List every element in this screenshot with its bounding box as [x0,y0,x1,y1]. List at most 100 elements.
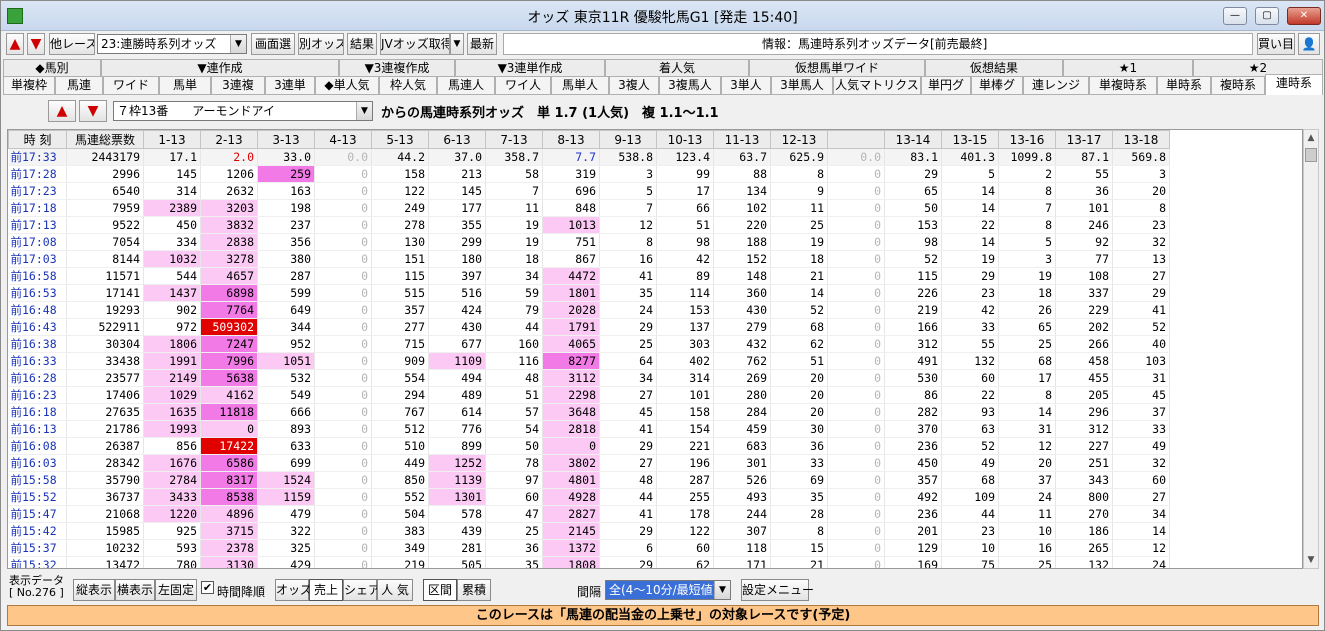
table-row[interactable]: 前15:42 15985 925 3715 322 0 383 439 25 2145 29 122 3… [8,522,1170,540]
share-mode-button[interactable]: シェア [343,579,380,601]
horse-select[interactable]: ７枠13番 アーモンドアイ ▼ [113,101,373,121]
tab-tan-bar-graph[interactable]: 単棒グ [971,76,1023,95]
tab-ren-range[interactable]: 連レンジ [1023,76,1089,95]
table-row[interactable]: 前16:48 19293 902 7764 649 0 357 424 79 2028 24 153 4… [8,301,1170,319]
tab-tanpuku[interactable]: 単複枠 [3,76,55,95]
jv-odds-dropdown-icon[interactable]: ▼ [450,33,464,55]
minimize-button[interactable]: — [1223,7,1247,25]
tab-umaren-popularity[interactable]: 馬連人 [437,76,495,95]
table-row[interactable]: 前17:18 7959 2389 3203 198 0 249 177 11 848 7 66 102 1… [8,199,1170,217]
tab-tan-popularity[interactable]: ◆単人気 [315,76,379,95]
table-row[interactable]: 前17:08 7054 334 2838 356 0 130 299 19 751 8 98 188 19… [8,233,1170,251]
column-header[interactable]: 4-13 [314,130,372,149]
column-header[interactable]: 7-13 [485,130,543,149]
column-header[interactable]: 11-13 [713,130,771,149]
column-header[interactable]: 5-13 [371,130,429,149]
table-row[interactable]: 前16:28 23577 2149 5638 532 0 554 494 48 3112 34 314… [8,369,1170,387]
interval-button[interactable]: 区間 [423,579,457,601]
tab-umatan[interactable]: 馬単 [159,76,211,95]
column-header[interactable]: 3-13 [257,130,315,149]
table-row[interactable]: 前16:08 26387 856 17422 633 0 510 899 50 0 29 221 683… [8,437,1170,455]
table-row[interactable]: 前16:03 28342 1676 6586 699 0 449 1252 78 3802 27 19… [8,454,1170,472]
column-header[interactable]: 9-13 [599,130,657,149]
tab-3fuku-popularity[interactable]: 3複人 [609,76,659,95]
other-odds-button[interactable]: 別オッズ [298,33,344,55]
tab-virtual-umatan[interactable]: 仮想馬単ワイド [749,59,925,76]
column-header[interactable]: 12-13 [770,130,828,149]
horizontal-view-button[interactable]: 横表示 [115,579,155,601]
table-row[interactable]: 前15:58 35790 2784 8317 1524 0 850 1139 97 4801 48 2… [8,471,1170,489]
tab-umaren[interactable]: 馬連 [55,76,103,95]
column-header[interactable]: 13-18 [1112,130,1170,149]
tab-3fuku-horse-popularity[interactable]: 3複馬人 [659,76,721,95]
cumulative-button[interactable]: 累積 [457,579,491,601]
tab-star1[interactable]: ★1 [1063,59,1193,76]
table-row[interactable]: 前15:37 10232 593 2378 325 0 349 281 36 1372 6 60 118… [8,539,1170,557]
tab-wide-popularity[interactable]: ワイ人 [495,76,551,95]
tab-3tan-popularity[interactable]: 3単人 [721,76,771,95]
up-arrow-icon[interactable]: ▲ [6,33,24,55]
tab-3tan-create[interactable]: ▼3連単作成 [455,59,605,76]
table-row[interactable]: 前17:28 2996 145 1206 259 0 158 213 58 319 3 99 88 8 0 2… [8,165,1170,183]
table-row[interactable]: 前16:18 27635 1635 11818 666 0 767 614 57 3648 45 15… [8,403,1170,421]
column-header[interactable]: 13-15 [941,130,999,149]
other-race-button[interactable]: 他レース [49,33,95,55]
scroll-down-icon[interactable]: ▼ [1304,552,1318,568]
tab-finish-popularity[interactable]: 着人気 [605,59,749,76]
column-header[interactable]: 馬連総票数 [66,130,144,149]
table-row[interactable]: 前16:33 33438 1991 7996 1051 0 909 1109 116 8277 64… [8,352,1170,370]
table-row[interactable]: 前16:58 11571 544 4657 287 0 115 397 34 4472 41 89 14… [8,267,1170,285]
vertical-scrollbar[interactable]: ▲ ▼ [1303,129,1319,569]
jv-odds-button[interactable]: JVオッズ取得 [380,33,450,55]
tab-3renpuku[interactable]: 3連複 [211,76,265,95]
tab-waku-popularity[interactable]: 枠人気 [379,76,437,95]
table-row[interactable]: 前16:53 17141 1437 6898 599 0 515 516 59 1801 35 114… [8,284,1170,302]
latest-button[interactable]: 最新 [467,33,497,55]
mode-select[interactable]: 23:連勝時系列オッズ ▼ [97,34,247,54]
table-row[interactable]: 前15:32 13472 780 3130 429 0 219 505 35 1808 29 62 17… [8,556,1170,568]
table-row[interactable]: 前17:13 9522 450 3832 237 0 278 355 19 1013 12 51 220… [8,216,1170,234]
popularity-mode-button[interactable]: 人 気 [377,579,413,601]
scroll-thumb[interactable] [1305,148,1317,162]
time-desc-checkbox[interactable]: ✔ [201,581,214,594]
table-row[interactable]: 前16:23 17406 1029 4162 549 0 294 489 51 2298 27 101… [8,386,1170,404]
tab-3tan-horse-popularity[interactable]: 3単馬人 [771,76,833,95]
settings-menu-button[interactable]: 設定メニュー [741,579,814,601]
down-arrow-icon[interactable]: ▼ [27,33,45,55]
vertical-view-button[interactable]: 縦表示 [73,579,115,601]
left-fix-button[interactable]: 左固定 [155,579,197,601]
table-row[interactable]: 前15:47 21068 1220 4896 479 0 504 578 47 2827 41 178… [8,505,1170,523]
column-header[interactable]: 13-14 [884,130,942,149]
column-header[interactable]: 1-13 [143,130,201,149]
table-row[interactable]: 前16:13 21786 1993 0 893 0 512 776 54 2818 41 154 459… [8,420,1170,438]
column-header[interactable]: 時 刻 [8,130,67,149]
table-row[interactable]: 前17:33 2443179 17.1 2.0 33.0 0.0 44.2 37.0 358.7… [8,148,1170,166]
table-row[interactable]: 前16:43 522911 972 509302 344 0 277 430 44 1791 29 1… [8,318,1170,336]
tab-fuku-timeseries[interactable]: 複時系 [1211,76,1265,95]
scroll-up-icon[interactable]: ▲ [1304,130,1318,146]
tab-ren-create[interactable]: ▼連作成 [101,59,339,76]
person-icon[interactable]: 👤 [1298,33,1320,55]
interval-select[interactable]: 全(4～10分/最短値) ▼ [605,580,731,600]
odds-grid[interactable]: 時 刻馬連総票数 1-13 2-13 3-13 4-13 5-13 6-13 7-13 8-13… [7,129,1303,569]
table-row[interactable]: 前17:03 8144 1032 3278 380 0 151 180 18 867 16 42 152… [8,250,1170,268]
tab-umatan-popularity[interactable]: 馬単人 [551,76,609,95]
prev-horse-icon[interactable]: ▲ [48,100,76,122]
odds-mode-button[interactable]: オッズ [275,579,312,601]
buy-button[interactable]: 買い目 [1257,33,1295,55]
table-row[interactable]: 前17:23 6540 314 2632 163 0 122 145 7 696 5 17 134 9 0 6… [8,182,1170,200]
column-header[interactable]: 13-17 [1055,130,1113,149]
tab-tan-pie-graph[interactable]: 単円グ [921,76,971,95]
tab-3rentan[interactable]: 3連単 [265,76,315,95]
restore-button[interactable]: ▢ [1255,7,1279,25]
table-row[interactable]: 前16:38 30304 1806 7247 952 0 715 677 160 4065 25 30… [8,335,1170,353]
tab-wide[interactable]: ワイド [103,76,159,95]
table-row[interactable]: 前15:52 36737 3433 8538 1159 0 552 1301 60 4928 44 2… [8,488,1170,506]
column-header[interactable]: 2-13 [200,130,258,149]
tab-horse[interactable]: ◆馬別 [3,59,101,76]
column-header[interactable]: 6-13 [428,130,486,149]
tab-popularity-matrix[interactable]: 人気マトリクス [833,76,921,95]
column-header[interactable]: 10-13 [656,130,714,149]
screen-select-button[interactable]: 画面選 [251,33,295,55]
tab-3fuku-create[interactable]: ▼3連複作成 [339,59,455,76]
